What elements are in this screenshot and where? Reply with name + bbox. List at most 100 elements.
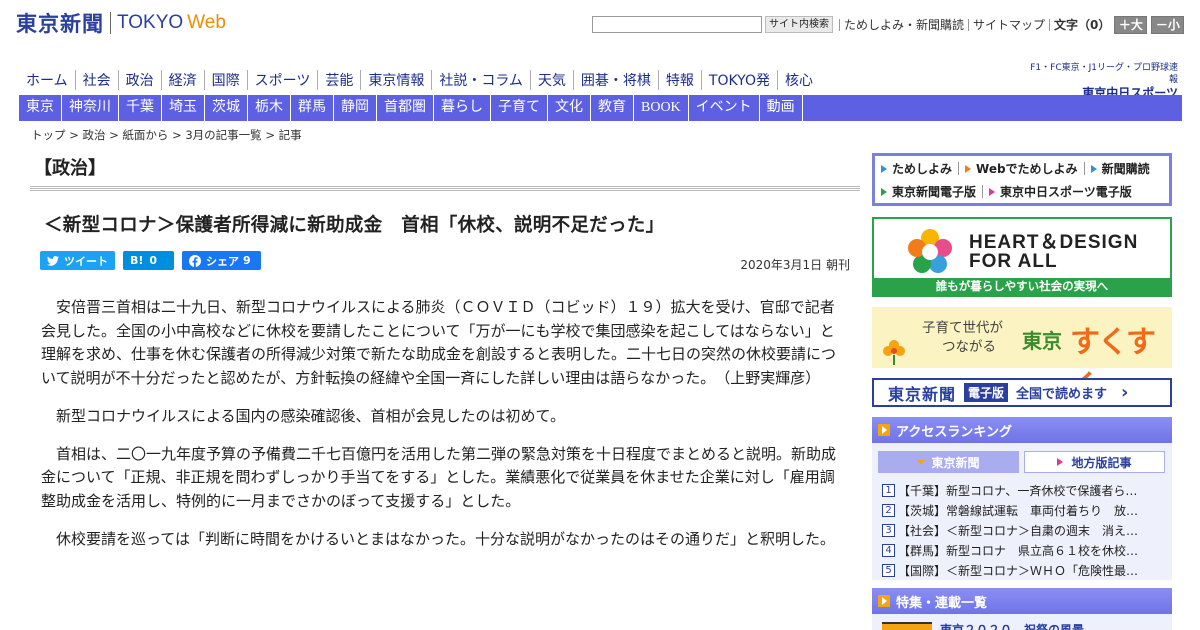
tweet-button[interactable]: ツイート xyxy=(40,251,115,270)
sidebar-quick-links: ためしよみ Webでためしよみ 新聞購読 東京新聞電子版 東京中日スポーツ電子版 xyxy=(872,153,1172,206)
regional-nav-item[interactable]: 文化 xyxy=(548,95,591,121)
logo-jp: 東京新聞 xyxy=(16,11,104,36)
nav-item[interactable]: TOKYO発 xyxy=(700,70,777,90)
breadcrumb-item: 記事 xyxy=(278,128,302,142)
ranking-item-title: 【千葉】新型コロナ、一斉休校で保護者ら… xyxy=(898,483,1138,498)
regional-nav-item[interactable]: 栃木 xyxy=(248,95,291,121)
article-paragraph: 安倍晋三首相は二十九日、新型コロナウイルスによる肺炎（ＣＯＶＩＤ（コビッド）１９… xyxy=(41,298,837,387)
logo-divider xyxy=(110,12,111,34)
ranking-item[interactable]: 5 【国際】＜新型コロナ＞ＷＨＯ「危険性最… xyxy=(882,561,1164,579)
regional-nav-item[interactable]: 東京 xyxy=(19,95,62,121)
hatena-count: 0 xyxy=(149,254,158,267)
regional-nav-item[interactable]: 教育 xyxy=(591,95,634,121)
digital-edition-banner[interactable]: 東京新聞 電子版 全国で読めます › xyxy=(872,378,1172,407)
nav-item[interactable]: ホーム xyxy=(19,70,75,90)
breadcrumb-item[interactable]: トップ xyxy=(31,128,66,142)
regional-nav-item[interactable]: 群馬 xyxy=(291,95,334,121)
rank-number: 1 xyxy=(882,483,895,497)
hatena-icon: B! xyxy=(130,254,144,267)
hatena-bookmark-button[interactable]: B! 0 xyxy=(123,251,174,270)
flower-icon xyxy=(883,340,905,365)
sukusuku-tokyo: 東京 xyxy=(1022,329,1062,353)
digital-edition-label: 東京新聞電子版 xyxy=(892,185,977,199)
ranking-item[interactable]: 2 【茨城】常磐線試運転 車両付着ちり 放… xyxy=(882,501,1164,519)
sukusuku-line1: 子育て世代が xyxy=(922,320,1003,336)
nav-item[interactable]: 天気 xyxy=(529,70,573,90)
chunichi-sports-link[interactable]: F1・FC東京・J1リーグ・プロ野球速報 東京中日スポーツ xyxy=(1026,62,1178,100)
nav-item[interactable]: 経済 xyxy=(160,70,204,90)
ranking-item[interactable]: 3 【社会】＜新型コロナ＞自粛の週末 消え… xyxy=(882,521,1164,539)
regional-nav-item[interactable]: 埼玉 xyxy=(162,95,205,121)
tab-tokyo-shimbun[interactable]: 東京新聞 xyxy=(878,451,1019,473)
tweet-label: ツイート xyxy=(64,254,108,268)
trial-read-link[interactable]: ためしよみ xyxy=(875,160,958,177)
arrow-down-icon xyxy=(917,459,926,465)
regional-nav-item[interactable]: 茨城 xyxy=(205,95,248,121)
facebook-share-button[interactable]: シェア 9 xyxy=(182,251,261,270)
digital-edition-link[interactable]: 東京新聞電子版 xyxy=(875,183,982,200)
site-logo[interactable]: 東京新聞 TOKYO Web xyxy=(16,11,226,36)
regional-nav-item[interactable]: 静岡 xyxy=(334,95,377,121)
regional-nav-item[interactable]: 子育て xyxy=(491,95,548,121)
nav-item[interactable]: スポーツ xyxy=(246,70,318,90)
nav-item[interactable]: 社会 xyxy=(74,70,118,90)
font-smaller-button[interactable]: －小 xyxy=(1151,15,1185,34)
nav-item[interactable]: 特報 xyxy=(657,70,701,90)
regional-nav-item[interactable]: 暮らし xyxy=(434,95,491,121)
ranking-item-title: 【茨城】常磐線試運転 車両付着ちり 放… xyxy=(898,503,1139,518)
nav-item[interactable]: 社説・コラム xyxy=(431,70,530,90)
nav-item[interactable]: 国際 xyxy=(203,70,247,90)
font-larger-button[interactable]: ＋大 xyxy=(1114,15,1148,34)
regional-nav-item[interactable]: 神奈川 xyxy=(62,95,119,121)
regional-nav: 東京 神奈川 千葉 埼玉 茨城 栃木 群馬 静岡 首都圏 暮らし 子育て 文化 教育 BOOK イベント 動画 xyxy=(19,95,1182,121)
article-body: 安倍晋三首相は二十九日、新型コロナウイルスによる肺炎（ＣＯＶＩＤ（コビッド）１９… xyxy=(41,296,841,566)
sukusuku-banner[interactable]: 子育て世代が つながる 東京 すくすく xyxy=(872,307,1172,404)
tab-local-articles[interactable]: 地方版記事 xyxy=(1024,451,1165,473)
chevron-right-icon: › xyxy=(1121,382,1129,403)
ranking-item[interactable]: 4 【群馬】新型コロナ 県立高６１校を休校… xyxy=(882,541,1164,559)
regional-nav-item[interactable]: 千葉 xyxy=(119,95,162,121)
feature-item-link[interactable]: 東京２０２０ 祝祭の風景 xyxy=(940,621,1084,630)
sitemap-link[interactable]: サイトマップ xyxy=(969,16,1049,33)
web-trial-link[interactable]: Webでためしよみ xyxy=(959,160,1084,177)
nav-item[interactable]: 芸能 xyxy=(317,70,360,90)
regional-nav-item[interactable]: イベント xyxy=(689,95,760,121)
search-input[interactable] xyxy=(592,16,762,33)
chunichi-digital-link[interactable]: 東京中日スポーツ電子版 xyxy=(983,183,1138,200)
breadcrumb-item[interactable]: 3月の記事一覧 xyxy=(185,128,261,142)
article-title: ＜新型コロナ＞保護者所得減に新助成金 首相「休校、説明不足だった」 xyxy=(44,215,665,236)
breadcrumb-separator: > xyxy=(105,128,123,142)
regional-nav-item[interactable]: 首都圏 xyxy=(377,95,434,121)
ranking-tabs: 東京新聞 地方版記事 xyxy=(878,451,1170,473)
heart-design-banner[interactable]: HEART＆DESIGN FOR ALL 誰もが暮らしやすい社会の実現へ xyxy=(872,217,1172,297)
heart-tagline: 誰もが暮らしやすい社会の実現へ xyxy=(874,278,1170,295)
heart-design-logo-icon xyxy=(908,229,952,273)
nav-item[interactable]: 東京情報 xyxy=(360,70,431,90)
breadcrumb-separator: > xyxy=(65,128,83,142)
arrow-icon xyxy=(965,164,972,173)
denshi-tag: 電子版 xyxy=(964,383,1009,402)
arrow-icon xyxy=(878,424,890,436)
nav-item[interactable]: 核心 xyxy=(776,70,820,90)
arrow-icon xyxy=(881,187,887,196)
rank-number: 3 xyxy=(882,523,895,537)
trial-subscribe-link[interactable]: ためしよみ・新聞購読 xyxy=(840,16,968,33)
breadcrumb-item[interactable]: 紙面から xyxy=(122,128,168,142)
main-nav: ホーム 社会 政治 経済 国際 スポーツ 芸能 東京情報 社説・コラム 天気 囲碁・将棋 特報 TOKY… xyxy=(19,68,820,92)
ranking-item[interactable]: 1 【千葉】新型コロナ、一斉休校で保護者ら… xyxy=(882,481,1164,499)
subscribe-link[interactable]: 新聞購読 xyxy=(1085,160,1156,177)
breadcrumb-separator: > xyxy=(261,128,279,142)
article-paragraph: 首相は、二〇一九年度予算の予備費二千七百億円を活用した第二弾の緊急対策を十日程度… xyxy=(41,444,837,510)
regional-nav-item[interactable]: BOOK xyxy=(634,95,689,121)
nav-item[interactable]: 囲碁・将棋 xyxy=(572,70,658,90)
regional-nav-item[interactable]: 動画 xyxy=(760,95,803,121)
search-button[interactable]: サイト内検索 xyxy=(765,16,833,33)
breadcrumb-item[interactable]: 政治 xyxy=(82,128,105,142)
fontsize-label: 文字（0） xyxy=(1054,18,1111,32)
share-buttons: ツイート B! 0 シェア 9 xyxy=(40,251,269,270)
nav-item[interactable]: 政治 xyxy=(117,70,161,90)
facebook-icon xyxy=(189,254,201,267)
chunichi-tagline: F1・FC東京・J1リーグ・プロ野球速報 xyxy=(1030,63,1178,85)
tab-local-label: 地方版記事 xyxy=(1071,455,1132,470)
arrow-icon xyxy=(1057,458,1064,466)
